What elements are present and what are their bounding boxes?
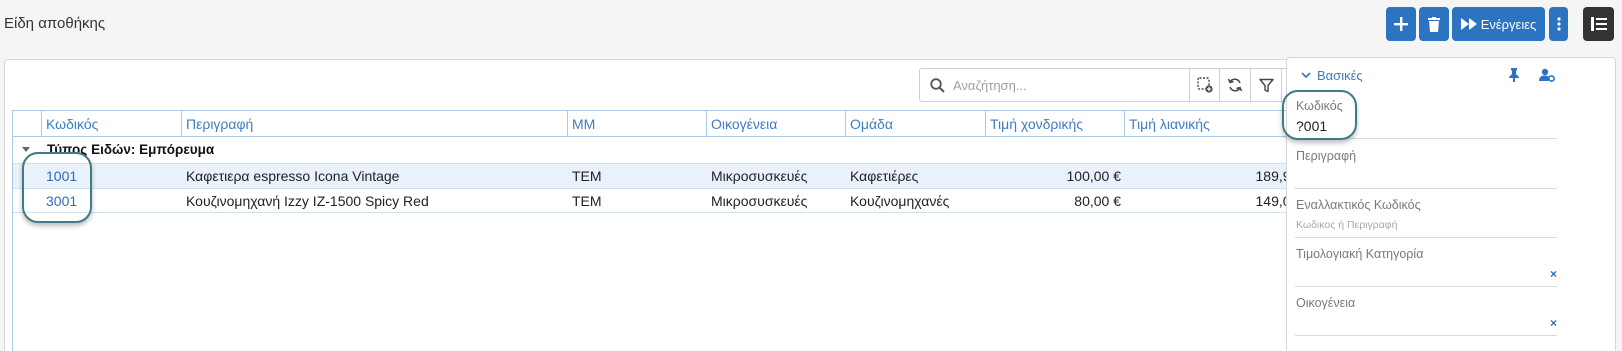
filter-icon: [1259, 78, 1274, 92]
tax-category-field-label: Τιμολογιακή Κατηγορία: [1296, 247, 1424, 261]
column-header-group[interactable]: Ομάδα: [846, 111, 986, 137]
trash-icon: [1428, 16, 1440, 32]
cell-unit: TEM: [572, 193, 602, 209]
user-settings-button[interactable]: [1539, 68, 1555, 87]
description-input[interactable]: [1296, 168, 1536, 184]
section-header-basic[interactable]: Βασικές: [1301, 68, 1363, 83]
filter-button[interactable]: [1251, 69, 1283, 101]
group-column-header: [13, 111, 42, 137]
pin-button[interactable]: [1509, 68, 1519, 87]
items-grid-panel: Κωδικός Περιγραφή ΜΜ Οικογένεια Ομάδα Τι…: [4, 59, 1320, 351]
search-input[interactable]: [953, 77, 1173, 93]
more-options-button[interactable]: [1549, 7, 1568, 41]
section-label: Βασικές: [1317, 68, 1363, 83]
actions-button[interactable]: Ενέργειες: [1452, 7, 1545, 41]
alt-code-field[interactable]: Εναλλακτικός Κωδικός: [1295, 198, 1557, 238]
tax-category-input[interactable]: [1296, 266, 1536, 282]
cell-group: Καφετιέρες: [850, 168, 919, 184]
column-header-unit[interactable]: ΜΜ: [568, 111, 707, 137]
panel-toggle-button[interactable]: [1583, 7, 1614, 41]
family-field[interactable]: Οικογένεια ×: [1295, 296, 1557, 336]
group-row[interactable]: Τύπος Ειδών: Εμπόρευμα: [13, 137, 1314, 163]
items-table: Κωδικός Περιγραφή ΜΜ Οικογένεια Ομάδα Τι…: [12, 110, 1315, 351]
column-header-code[interactable]: Κωδικός: [42, 111, 182, 137]
cell-family: Μικροσυσκευές: [711, 168, 808, 184]
user-settings-icon: [1539, 68, 1555, 82]
column-header-family[interactable]: Οικογένεια: [707, 111, 846, 137]
cell-description: Κουζινομηχανή Izzy IZ-1500 Spicy Red: [186, 193, 429, 209]
cell-unit: TEM: [572, 168, 602, 184]
table-row[interactable]: 3001 Κουζινομηχανή Izzy IZ-1500 Spicy Re…: [13, 188, 1314, 213]
cell-description: Καφετιερα espresso Icona Vintage: [186, 168, 400, 184]
alt-code-field-label: Εναλλακτικός Κωδικός: [1296, 198, 1421, 212]
cell-group: Κουζινομηχανές: [850, 193, 950, 209]
vertical-dots-icon: [1556, 17, 1561, 31]
pin-icon: [1509, 68, 1519, 82]
refresh-button[interactable]: [1220, 69, 1252, 101]
cell-wholesale-price: 80,00 €: [1074, 193, 1121, 209]
top-bar: Είδη αποθήκης Ενέργειες: [0, 0, 1622, 48]
chevron-down-icon: [1301, 72, 1311, 79]
highlight-callout-codes: [22, 152, 92, 223]
add-selection-button[interactable]: [1190, 69, 1221, 101]
highlight-callout-code-field: [1282, 90, 1357, 140]
alt-code-input[interactable]: [1296, 215, 1536, 231]
cell-retail-price: 149,00 €: [1255, 193, 1311, 209]
description-field[interactable]: Περιγραφή: [1295, 149, 1557, 189]
clear-icon[interactable]: ×: [1550, 316, 1557, 330]
family-field-label: Οικογένεια: [1296, 296, 1356, 310]
grid-toolbar: [919, 68, 1314, 102]
delete-button[interactable]: [1419, 7, 1449, 41]
fast-forward-icon: [1460, 18, 1477, 30]
refresh-icon: [1228, 78, 1243, 92]
plus-icon: [1394, 17, 1408, 31]
table-header: Κωδικός Περιγραφή ΜΜ Οικογένεια Ομάδα Τι…: [13, 111, 1314, 137]
cell-family: Μικροσυσκευές: [711, 193, 808, 209]
collapse-arrow-icon[interactable]: [22, 147, 30, 152]
add-button[interactable]: [1386, 7, 1416, 41]
panel-list-icon: [1590, 17, 1607, 31]
add-selection-icon: [1196, 77, 1213, 93]
description-field-label: Περιγραφή: [1296, 149, 1357, 163]
column-header-wholesale-price[interactable]: Τιμή χονδρικής: [986, 111, 1125, 137]
clear-icon[interactable]: ×: [1550, 267, 1557, 281]
actions-label: Ενέργειες: [1480, 16, 1537, 32]
table-row[interactable]: 1001 Καφετιερα espresso Icona Vintage TE…: [13, 163, 1314, 188]
search-icon: [930, 77, 945, 93]
tax-category-field[interactable]: Τιμολογιακή Κατηγορία ×: [1295, 247, 1557, 287]
family-input[interactable]: [1296, 315, 1536, 331]
page-title: Είδη αποθήκης: [4, 15, 106, 32]
cell-retail-price: 189,90 €: [1255, 168, 1311, 184]
cell-wholesale-price: 100,00 €: [1066, 168, 1122, 184]
column-header-description[interactable]: Περιγραφή: [182, 111, 568, 137]
search-box[interactable]: [920, 69, 1190, 101]
